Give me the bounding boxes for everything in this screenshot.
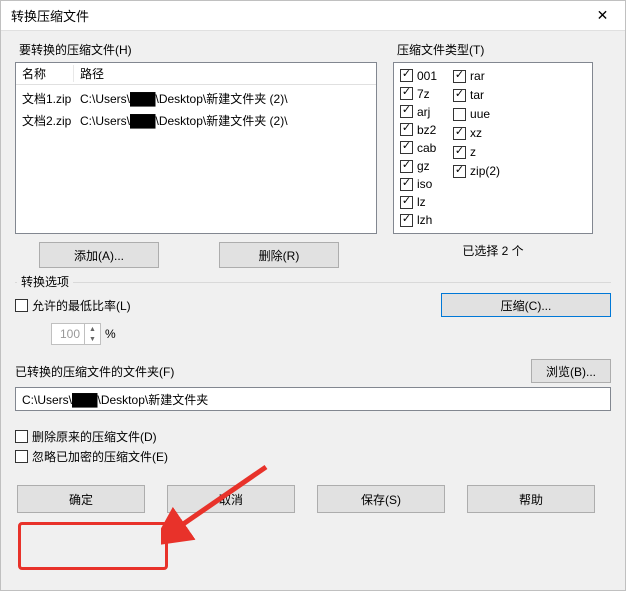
type-checkbox-cab[interactable]: cab (400, 139, 437, 156)
checkbox-icon (400, 105, 413, 118)
checkbox-icon (400, 123, 413, 136)
col-header-name[interactable]: 名称 (16, 65, 74, 82)
types-listbox: 001 7z arj bz2 cab gz iso lz lzh rar tar uue xz z zip… (393, 62, 593, 234)
type-label: tar (470, 88, 484, 102)
delete-original-label: 删除原来的压缩文件(D) (32, 428, 157, 445)
output-folder-input[interactable]: C:\Users\███\Desktop\新建文件夹 (15, 387, 611, 411)
close-icon[interactable]: ✕ (580, 1, 625, 31)
output-folder-value: C:\Users\███\Desktop\新建文件夹 (22, 391, 208, 408)
spinner-down-icon[interactable]: ▼ (85, 334, 100, 344)
files-listview[interactable]: 名称 路径 文档1.zip C:\Users\███\Desktop\新建文件夹… (15, 62, 377, 234)
browse-button[interactable]: 浏览(B)... (531, 359, 611, 383)
type-checkbox-rar[interactable]: rar (453, 67, 500, 85)
cancel-button[interactable]: 取消 (167, 485, 295, 513)
checkbox-icon (453, 108, 466, 121)
min-ratio-spinner[interactable]: 100 ▲ ▼ (51, 323, 101, 345)
files-group-label: 要转换的压缩文件(H) (19, 41, 377, 58)
type-checkbox-7z[interactable]: 7z (400, 85, 437, 102)
delete-original-checkbox[interactable]: 删除原来的压缩文件(D) (15, 427, 611, 445)
checkbox-icon (400, 214, 413, 227)
add-button[interactable]: 添加(A)... (39, 242, 159, 268)
type-checkbox-xz[interactable]: xz (453, 124, 500, 142)
ignore-encrypted-label: 忽略已加密的压缩文件(E) (32, 448, 168, 465)
type-label: zip(2) (470, 164, 500, 178)
type-label: cab (417, 141, 436, 155)
type-label: uue (470, 107, 490, 121)
allow-min-ratio-label: 允许的最低比率(L) (32, 297, 131, 314)
ok-button[interactable]: 确定 (17, 485, 145, 513)
checkbox-icon (453, 165, 466, 178)
types-group-label: 压缩文件类型(T) (397, 41, 593, 58)
list-item[interactable]: 文档1.zip C:\Users\███\Desktop\新建文件夹 (2)\ (16, 87, 376, 109)
checkbox-icon (400, 196, 413, 209)
type-checkbox-gz[interactable]: gz (400, 158, 437, 175)
checkbox-icon (400, 87, 413, 100)
help-button[interactable]: 帮助 (467, 485, 595, 513)
type-label: lz (417, 195, 426, 209)
percent-label: % (105, 327, 116, 341)
type-label: 7z (417, 87, 430, 101)
checkbox-icon (400, 141, 413, 154)
type-checkbox-lzh[interactable]: lzh (400, 212, 437, 229)
window-title: 转换压缩文件 (11, 6, 89, 25)
type-label: rar (470, 69, 485, 83)
spinner-up-icon[interactable]: ▲ (85, 324, 100, 334)
type-label: gz (417, 159, 430, 173)
type-label: bz2 (417, 123, 436, 137)
list-item[interactable]: 文档2.zip C:\Users\███\Desktop\新建文件夹 (2)\ (16, 109, 376, 131)
compress-button[interactable]: 压缩(C)... (441, 293, 611, 317)
type-label: lzh (417, 213, 432, 227)
annotation-highlight (18, 522, 168, 570)
checkbox-icon (400, 160, 413, 173)
ignore-encrypted-checkbox[interactable]: 忽略已加密的压缩文件(E) (15, 447, 611, 465)
allow-min-ratio-checkbox[interactable]: 允许的最低比率(L) (15, 296, 131, 314)
type-checkbox-iso[interactable]: iso (400, 176, 437, 193)
type-label: arj (417, 105, 430, 119)
file-path: C:\Users\███\Desktop\新建文件夹 (2)\ (74, 90, 376, 107)
file-name: 文档1.zip (16, 90, 74, 107)
checkbox-icon (453, 127, 466, 140)
folder-label: 已转换的压缩文件的文件夹(F) (15, 363, 174, 380)
type-checkbox-tar[interactable]: tar (453, 86, 500, 104)
save-button[interactable]: 保存(S) (317, 485, 445, 513)
options-group-label: 转换选项 (17, 273, 73, 290)
type-label: z (470, 145, 476, 159)
type-label: 001 (417, 69, 437, 83)
type-label: xz (470, 126, 482, 140)
min-ratio-value: 100 (52, 327, 84, 341)
type-checkbox-bz2[interactable]: bz2 (400, 121, 437, 138)
type-checkbox-lz[interactable]: lz (400, 194, 437, 211)
type-checkbox-z[interactable]: z (453, 143, 500, 161)
remove-button[interactable]: 删除(R) (219, 242, 339, 268)
checkbox-icon (400, 178, 413, 191)
type-checkbox-uue[interactable]: uue (453, 105, 500, 123)
file-path: C:\Users\███\Desktop\新建文件夹 (2)\ (74, 112, 376, 129)
checkbox-icon (453, 146, 466, 159)
checkbox-icon (453, 70, 466, 83)
col-header-path[interactable]: 路径 (74, 65, 376, 82)
file-name: 文档2.zip (16, 112, 74, 129)
type-checkbox-zip(2)[interactable]: zip(2) (453, 162, 500, 180)
checkbox-icon (400, 69, 413, 82)
type-checkbox-001[interactable]: 001 (400, 67, 437, 84)
selected-count-label: 已选择 2 个 (393, 242, 593, 259)
type-label: iso (417, 177, 432, 191)
type-checkbox-arj[interactable]: arj (400, 103, 437, 120)
checkbox-icon (453, 89, 466, 102)
